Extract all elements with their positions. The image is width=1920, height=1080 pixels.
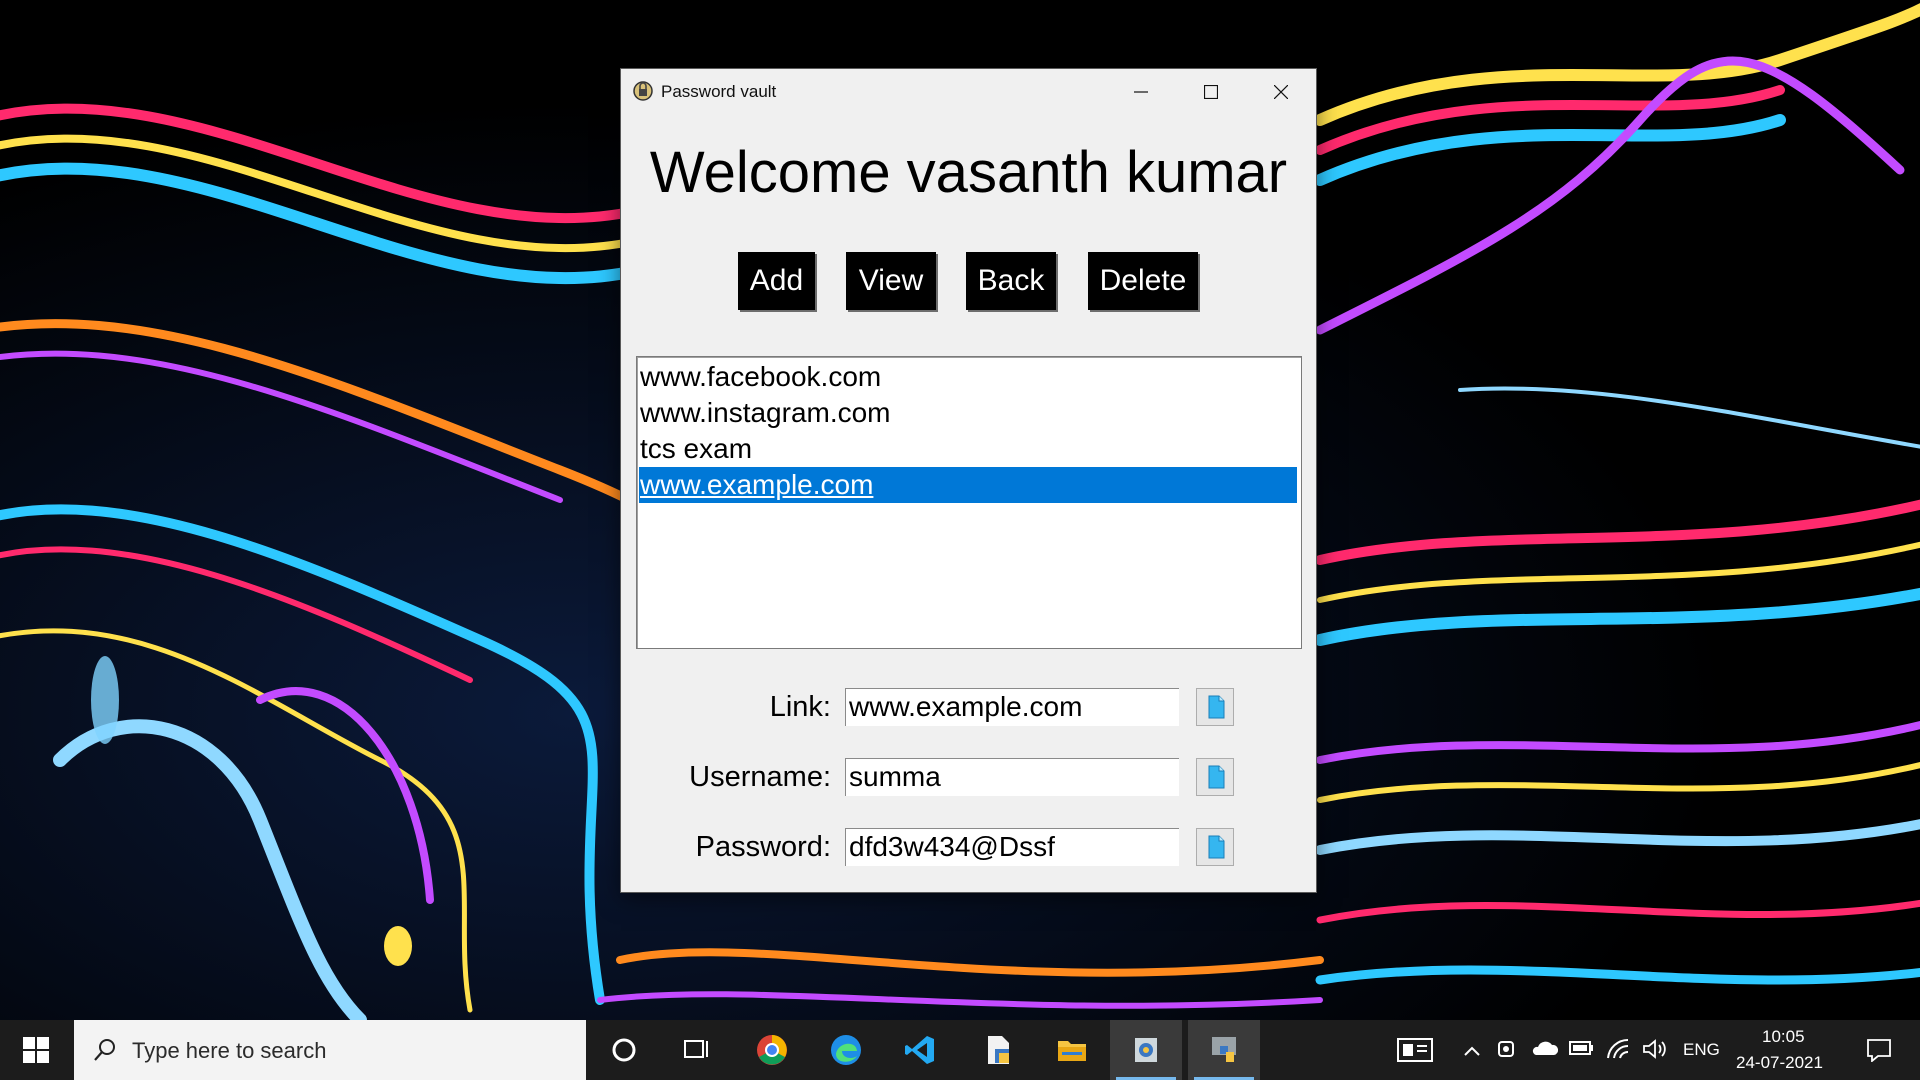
copy-link-button[interactable] bbox=[1196, 688, 1234, 726]
link-label: Link: bbox=[769, 691, 831, 723]
minimize-icon bbox=[1134, 91, 1148, 93]
password-field[interactable] bbox=[845, 828, 1179, 866]
camera-icon bbox=[1498, 1041, 1514, 1057]
tray-onedrive[interactable] bbox=[1530, 1020, 1560, 1080]
clipboard-icon bbox=[1208, 765, 1225, 789]
username-label: Username: bbox=[689, 761, 831, 793]
taskbar-app-python[interactable] bbox=[1188, 1020, 1260, 1080]
back-button[interactable]: Back bbox=[966, 252, 1056, 310]
tray-wifi[interactable] bbox=[1606, 1020, 1636, 1080]
taskbar-app-edge[interactable] bbox=[810, 1020, 882, 1080]
password-vault-window: Password vault Welcome vasanth kumar Add… bbox=[621, 69, 1316, 892]
list-item[interactable]: tcs exam bbox=[639, 431, 1297, 467]
wifi-icon bbox=[1607, 1038, 1629, 1059]
close-button[interactable] bbox=[1246, 69, 1316, 115]
password-vault-app-icon bbox=[1135, 1038, 1157, 1062]
welcome-heading: Welcome vasanth kumar bbox=[649, 140, 1288, 205]
list-item-text: www.instagram.com bbox=[640, 397, 891, 428]
speaker-icon bbox=[1643, 1039, 1666, 1059]
edge-icon bbox=[831, 1035, 861, 1065]
clipboard-icon bbox=[1208, 835, 1225, 859]
clipboard-icon bbox=[1208, 695, 1225, 719]
windows-logo-icon bbox=[23, 1037, 49, 1063]
news-icon bbox=[1397, 1038, 1433, 1062]
view-button[interactable]: View bbox=[846, 252, 936, 310]
chrome-icon bbox=[757, 1035, 787, 1065]
copy-username-button[interactable] bbox=[1196, 758, 1234, 796]
chevron-up-icon bbox=[1464, 1046, 1480, 1056]
accounts-listbox[interactable]: www.facebook.com www.instagram.com tcs e… bbox=[636, 356, 1302, 649]
copy-password-button[interactable] bbox=[1196, 828, 1234, 866]
link-field[interactable] bbox=[845, 688, 1179, 726]
input-language-indicator[interactable]: ENG bbox=[1683, 1040, 1720, 1060]
cloud-icon bbox=[1532, 1041, 1558, 1055]
clock-time[interactable]: 10:05 bbox=[1762, 1027, 1805, 1047]
taskbar-app-file-explorer[interactable] bbox=[1036, 1020, 1108, 1080]
news-widget-button[interactable] bbox=[1395, 1020, 1435, 1080]
list-item-selected[interactable]: www.example.com bbox=[639, 467, 1297, 503]
add-button[interactable]: Add bbox=[738, 252, 815, 310]
action-center-button[interactable] bbox=[1858, 1020, 1902, 1080]
list-item[interactable]: www.facebook.com bbox=[639, 359, 1297, 395]
taskbar-app-password-vault[interactable] bbox=[1110, 1020, 1182, 1080]
taskbar: Type here to search ENG 10:05 24-07-2021 bbox=[0, 1020, 1920, 1080]
password-label: Password: bbox=[695, 831, 831, 863]
show-hidden-icons-button[interactable] bbox=[1462, 1020, 1486, 1080]
tray-volume[interactable] bbox=[1642, 1020, 1672, 1080]
task-view-button[interactable] bbox=[660, 1020, 732, 1080]
cortana-icon bbox=[612, 1038, 636, 1062]
tray-battery[interactable] bbox=[1568, 1020, 1598, 1080]
clock-date[interactable]: 24-07-2021 bbox=[1736, 1053, 1823, 1073]
search-placeholder: Type here to search bbox=[132, 1038, 327, 1063]
document-icon bbox=[988, 1036, 1009, 1064]
close-icon bbox=[1274, 85, 1288, 99]
list-item[interactable]: www.instagram.com bbox=[639, 395, 1297, 431]
minimize-button[interactable] bbox=[1106, 69, 1176, 115]
tray-meet-now[interactable] bbox=[1496, 1020, 1520, 1080]
list-item-text: www.example.com bbox=[640, 469, 874, 500]
vscode-icon bbox=[905, 1036, 934, 1064]
list-item-text: www.facebook.com bbox=[640, 361, 882, 392]
python-icon bbox=[1212, 1037, 1236, 1062]
taskbar-app-vscode[interactable] bbox=[884, 1020, 956, 1080]
file-explorer-icon bbox=[1058, 1041, 1086, 1061]
taskbar-app-document[interactable] bbox=[962, 1020, 1034, 1080]
taskbar-search-box[interactable]: Type here to search bbox=[74, 1020, 586, 1080]
window-title: Password vault bbox=[661, 82, 777, 101]
maximize-button[interactable] bbox=[1176, 69, 1246, 115]
search-icon bbox=[94, 1039, 115, 1061]
delete-button[interactable]: Delete bbox=[1088, 252, 1198, 310]
app-icon bbox=[633, 81, 653, 101]
title-bar[interactable]: Password vault bbox=[621, 69, 1316, 115]
list-item-text: tcs exam bbox=[640, 433, 753, 464]
taskbar-app-chrome[interactable] bbox=[736, 1020, 808, 1080]
username-field[interactable] bbox=[845, 758, 1179, 796]
notifications-icon bbox=[1867, 1039, 1891, 1062]
cortana-button[interactable] bbox=[588, 1020, 660, 1080]
start-button[interactable] bbox=[0, 1020, 72, 1080]
maximize-icon bbox=[1204, 85, 1218, 99]
battery-icon bbox=[1569, 1041, 1593, 1055]
task-view-icon bbox=[684, 1040, 708, 1058]
